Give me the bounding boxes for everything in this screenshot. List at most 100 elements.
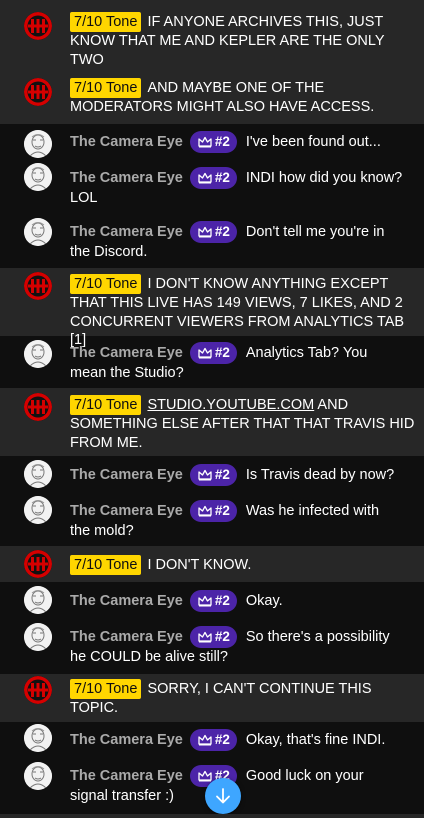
chat-message[interactable]: The Camera Eye #2 Okay. xyxy=(0,582,424,618)
sketch-avatar[interactable] xyxy=(24,130,52,158)
crown-icon xyxy=(198,172,212,184)
tone-badge: 7/10 Tone xyxy=(70,274,142,294)
chat-message[interactable]: The Camera Eye #2 Don't tell me you're in t… xyxy=(0,214,424,268)
author-name[interactable]: The Camera Eye xyxy=(70,732,183,748)
red-logo-avatar[interactable] xyxy=(24,550,52,578)
message-text: IF ANYONE ARCHIVES THIS, JUST xyxy=(147,14,384,30)
rank-badge-label: #2 xyxy=(214,466,230,482)
author-name[interactable]: The Camera Eye xyxy=(70,467,183,483)
message-text: INDI how did you know? xyxy=(245,169,403,186)
message-text: the Discord. xyxy=(70,244,148,260)
message-text: I've been found out... xyxy=(245,133,381,150)
message-link[interactable]: STUDIO.YOUTUBE.COM xyxy=(147,397,314,413)
tone-badge: 7/10 Tone xyxy=(70,78,142,98)
message-text: AND MAYBE ONE OF THE xyxy=(147,80,325,96)
message-text: Good luck on your xyxy=(245,767,364,784)
crown-icon xyxy=(198,631,212,643)
rank-badge-label: #2 xyxy=(214,169,230,185)
sketch-avatar[interactable] xyxy=(24,623,52,651)
message-text: mean the Studio? xyxy=(70,365,184,381)
author-name[interactable]: The Camera Eye xyxy=(70,134,183,150)
message-text: I DON'T KNOW. xyxy=(147,557,252,573)
crown-icon xyxy=(198,347,212,359)
tone-badge: 7/10 Tone xyxy=(70,395,142,415)
rank-badge-label: #2 xyxy=(214,344,230,360)
sketch-avatar[interactable] xyxy=(24,340,52,368)
chat-message[interactable]: The Camera Eye #2 Okay, that's fine INDI. xyxy=(0,722,424,758)
rank-badge-label: #2 xyxy=(214,628,230,644)
author-name[interactable]: The Camera Eye xyxy=(70,345,183,361)
author-name[interactable]: The Camera Eye xyxy=(70,768,183,784)
message-text: AND xyxy=(314,397,349,413)
message-text: Is Travis dead by now? xyxy=(245,466,395,483)
sketch-avatar[interactable] xyxy=(24,218,52,246)
author-name[interactable]: The Camera Eye xyxy=(70,593,183,609)
scroll-to-bottom-button[interactable] xyxy=(205,778,241,814)
chat-message[interactable]: 7/10 Tone STUDIO.YOUTUBE.COM AND SOMETHING… xyxy=(0,388,424,456)
rank-badge-label: #2 xyxy=(214,502,230,518)
rank-badge: #2 xyxy=(189,342,237,364)
rank-badge: #2 xyxy=(189,221,237,243)
arrow-down-icon xyxy=(216,788,230,804)
red-logo-avatar[interactable] xyxy=(24,393,52,421)
chat-message[interactable]: The Camera Eye #2 Analytics Tab? You mean t… xyxy=(0,336,424,388)
sketch-avatar[interactable] xyxy=(24,724,52,752)
chat-message[interactable]: 7/10 Tone I DON'T KNOW. xyxy=(0,546,424,582)
chat-message[interactable]: The Camera Eye #2 So there's a possibility… xyxy=(0,618,424,674)
sketch-avatar[interactable] xyxy=(24,163,52,191)
message-text: the mold? xyxy=(70,523,134,539)
message-text: So there's a possibility xyxy=(245,628,390,645)
chat-message[interactable]: 7/10 Tone I DON'T KNOW ANYTHING EXCEPT THA… xyxy=(0,268,424,348)
rank-badge: #2 xyxy=(189,729,237,751)
crown-icon xyxy=(198,226,212,238)
chat-message[interactable]: 7/10 Tone SORRY, I CAN'T CONTINUE THIS TOP… xyxy=(0,674,424,722)
message-text: Was he infected with xyxy=(245,502,380,519)
message-text: MODERATORS MIGHT ALSO HAVE ACCESS. xyxy=(70,99,375,115)
crown-icon xyxy=(198,770,212,782)
message-text: LOL xyxy=(70,190,98,206)
red-logo-avatar[interactable] xyxy=(24,676,52,704)
sketch-avatar[interactable] xyxy=(24,460,52,488)
message-text: he COULD be alive still? xyxy=(70,649,228,665)
sketch-avatar[interactable] xyxy=(24,496,52,524)
message-text: I DON'T KNOW ANYTHING EXCEPT xyxy=(147,276,389,292)
chat-message[interactable]: The Camera Eye #2 Is Travis dead by now? xyxy=(0,456,424,490)
tone-badge: 7/10 Tone xyxy=(70,679,142,699)
crown-icon xyxy=(198,469,212,481)
message-text: SORRY, I CAN'T CONTINUE THIS xyxy=(147,681,372,697)
crown-icon xyxy=(198,505,212,517)
sketch-avatar[interactable] xyxy=(24,586,52,614)
author-name[interactable]: The Camera Eye xyxy=(70,629,183,645)
rank-badge: #2 xyxy=(189,167,237,189)
message-text: Don't tell me you're in xyxy=(245,223,385,240)
rank-badge: #2 xyxy=(189,464,237,486)
crown-icon xyxy=(198,136,212,148)
chat-message[interactable]: The Camera Eye #2 INDI how did you know? LO… xyxy=(0,158,424,214)
author-name[interactable]: The Camera Eye xyxy=(70,503,183,519)
red-logo-avatar[interactable] xyxy=(24,78,52,106)
red-logo-avatar[interactable] xyxy=(24,12,52,40)
red-logo-avatar[interactable] xyxy=(24,272,52,300)
crown-icon xyxy=(198,595,212,607)
author-name[interactable]: The Camera Eye xyxy=(70,170,183,186)
message-text: KNOW THAT ME AND KEPLER ARE THE ONLY TWO xyxy=(70,33,385,68)
rank-badge: #2 xyxy=(189,626,237,648)
message-text: signal transfer :) xyxy=(70,788,174,804)
rank-badge-label: #2 xyxy=(214,223,230,239)
crown-icon xyxy=(198,734,212,746)
sketch-avatar[interactable] xyxy=(24,762,52,790)
author-name[interactable]: The Camera Eye xyxy=(70,224,183,240)
message-text: Okay. xyxy=(245,592,283,609)
rank-badge-label: #2 xyxy=(214,731,230,747)
message-text: Analytics Tab? You xyxy=(245,344,368,361)
rank-badge: #2 xyxy=(189,131,237,153)
message-text: TOPIC. xyxy=(70,700,119,716)
rank-badge-label: #2 xyxy=(214,133,230,149)
tone-badge: 7/10 Tone xyxy=(70,12,142,32)
rank-badge-label: #2 xyxy=(214,592,230,608)
chat-message[interactable]: The Camera Eye #2 Was he infected with the … xyxy=(0,490,424,546)
chat-message[interactable]: 7/10 Tone AND MAYBE ONE OF THE MODERATORS … xyxy=(0,72,424,124)
rank-badge: #2 xyxy=(189,500,237,522)
chat-message[interactable]: 7/10 Tone IF ANYONE ARCHIVES THIS, JUST KN… xyxy=(0,0,424,86)
chat-message[interactable]: The Camera Eye #2 I've been found out... xyxy=(0,124,424,158)
